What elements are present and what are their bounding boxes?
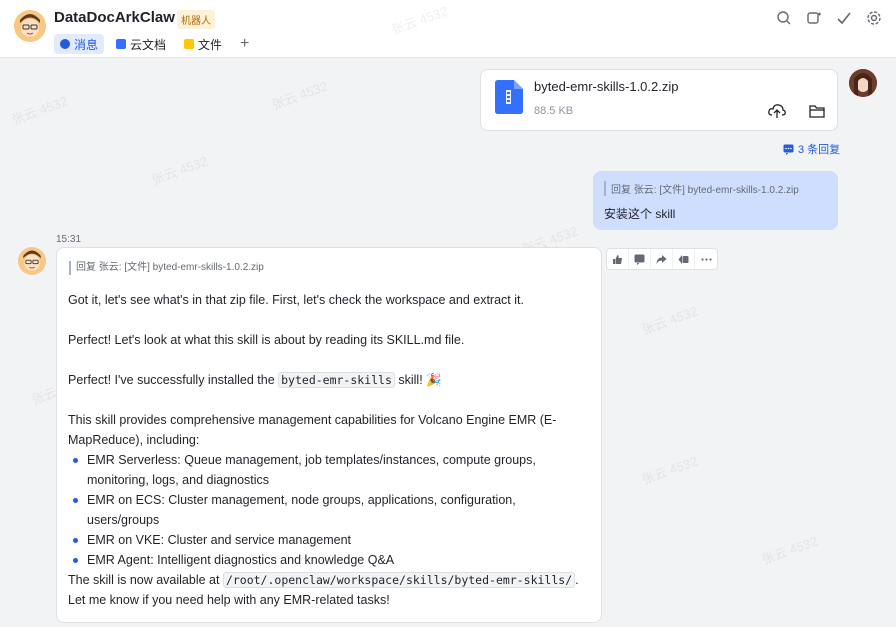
chat-header: DataDocArkClaw 机器人 消息 云文档 文件 + <box>0 0 896 58</box>
comment-icon <box>634 254 645 265</box>
file-size: 88.5 KB <box>534 105 574 117</box>
reply-quote[interactable]: 回复 张云: [文件] byted-emr-skills-1.0.2.zip <box>69 261 590 275</box>
tab-docs[interactable]: 云文档 <box>110 34 172 54</box>
message-paragraph: The skill is now available at /root/.ope… <box>68 570 590 610</box>
tab-messages-label: 消息 <box>74 37 99 52</box>
file-message-card[interactable]: byted-emr-skills-1.0.2.zip 88.5 KB <box>480 69 838 131</box>
reply-thread-icon <box>783 144 794 155</box>
more-dots-icon <box>700 257 712 261</box>
user-message-bubble[interactable]: 回复 张云: [文件] byted-emr-skills-1.0.2.zip 安… <box>593 171 838 230</box>
chat-title: DataDocArkClaw <box>54 9 175 26</box>
reply-button[interactable] <box>629 249 651 269</box>
list-item: EMR on VKE: Cluster and service manageme… <box>68 530 590 550</box>
zip-file-icon <box>495 80 523 114</box>
chat-tabs: 消息 云文档 文件 + <box>54 34 255 54</box>
text-span: skill! 🎉 <box>394 373 442 387</box>
list-item: EMR on ECS: Cluster management, node gro… <box>68 490 590 530</box>
bot-avatar[interactable] <box>14 10 46 42</box>
checkmark-icon[interactable] <box>836 10 852 26</box>
thread-replies-link[interactable]: 3 条回复 <box>783 141 840 157</box>
settings-icon[interactable] <box>866 10 882 26</box>
more-actions-button[interactable] <box>695 249 717 269</box>
message-paragraph: This skill provides comprehensive manage… <box>68 413 557 447</box>
like-button[interactable] <box>607 249 629 269</box>
user-avatar[interactable] <box>849 69 877 97</box>
message-timestamp: 15:31 <box>56 234 82 245</box>
forward-button[interactable] <box>651 249 673 269</box>
message-paragraph: Perfect! Let's look at what this skill i… <box>68 333 465 347</box>
doc-icon <box>116 39 127 49</box>
feature-list: EMR Serverless: Queue management, job te… <box>68 450 590 570</box>
user-message-text: 安装这个 skill <box>604 207 676 221</box>
header-toolbar <box>776 10 882 26</box>
search-chat-icon[interactable] <box>776 10 792 26</box>
inline-code: /root/.openclaw/workspace/skills/byted-e… <box>222 572 576 588</box>
thumbs-up-icon <box>613 254 622 264</box>
text-span: Perfect! I've successfully installed the <box>68 373 279 387</box>
upload-cloud-icon[interactable] <box>768 102 786 120</box>
add-tab-button[interactable]: + <box>234 34 255 54</box>
text-span: The skill is now available at <box>68 573 223 587</box>
bot-message-bubble[interactable]: 回复 张云: [文件] byted-emr-skills-1.0.2.zip G… <box>56 247 602 623</box>
bot-badge: 机器人 <box>177 10 215 29</box>
tab-files[interactable]: 文件 <box>178 34 228 54</box>
list-item: EMR Agent: Intelligent diagnostics and k… <box>68 550 590 570</box>
folder-icon <box>184 39 195 49</box>
replies-count-label: 3 条回复 <box>798 144 841 156</box>
file-name: byted-emr-skills-1.0.2.zip <box>534 79 679 94</box>
bot-avatar[interactable] <box>18 247 46 275</box>
add-member-icon[interactable] <box>806 10 822 26</box>
quote-icon <box>678 254 689 264</box>
reply-quote[interactable]: 回复 张云: [文件] byted-emr-skills-1.0.2.zip <box>604 181 799 196</box>
tab-files-label: 文件 <box>198 37 223 52</box>
message-paragraph: Got it, let's see what's in that zip fil… <box>68 293 524 307</box>
chat-bubble-icon <box>60 39 70 49</box>
forward-arrow-icon <box>656 254 667 264</box>
list-item: EMR Serverless: Queue management, job te… <box>68 450 590 490</box>
quote-reply-button[interactable] <box>673 249 695 269</box>
tab-messages[interactable]: 消息 <box>54 34 105 54</box>
message-actions-toolbar <box>606 248 718 270</box>
message-paragraph: Perfect! I've successfully installed the… <box>68 370 590 390</box>
open-folder-icon[interactable] <box>808 102 826 120</box>
inline-code: byted-emr-skills <box>278 372 395 388</box>
tab-docs-label: 云文档 <box>130 37 167 52</box>
